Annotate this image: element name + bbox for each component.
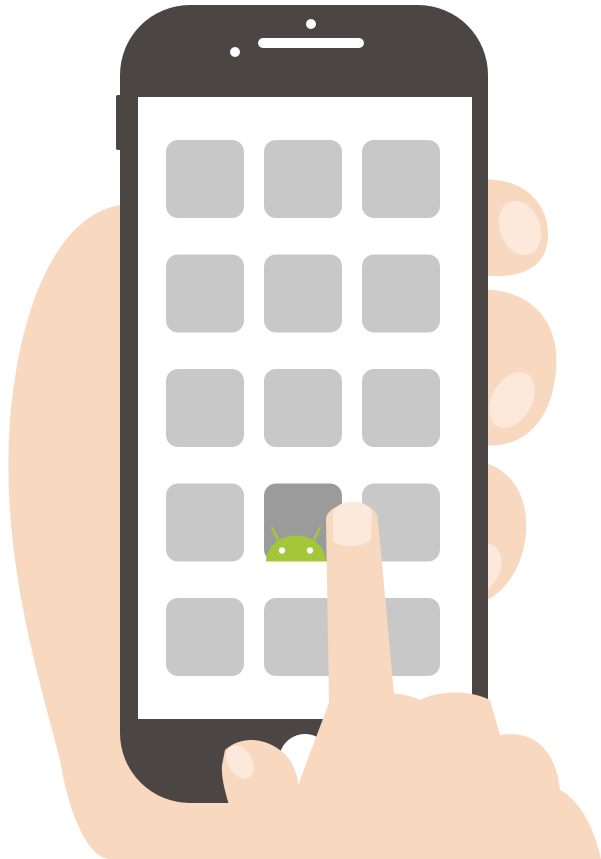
sensor-dot xyxy=(230,47,240,57)
camera-dot xyxy=(306,19,316,29)
earpiece-speaker xyxy=(258,38,364,48)
app-icon-8[interactable] xyxy=(264,369,342,447)
app-icon-3[interactable] xyxy=(362,140,440,218)
index-fingernail xyxy=(333,501,372,547)
app-icon-9[interactable] xyxy=(362,369,440,447)
volume-button[interactable] xyxy=(116,95,122,150)
app-icon-13[interactable] xyxy=(166,598,244,676)
app-icon-6[interactable] xyxy=(362,254,440,333)
app-icon-4[interactable] xyxy=(166,254,244,333)
app-icon-5[interactable] xyxy=(264,254,342,333)
app-icon-10[interactable] xyxy=(166,483,244,562)
phone-in-hand-illustration xyxy=(8,5,601,859)
app-icon-1[interactable] xyxy=(166,140,244,218)
lower-hand xyxy=(280,692,601,859)
app-icon-7[interactable] xyxy=(166,369,244,447)
app-icon-2[interactable] xyxy=(264,140,342,218)
